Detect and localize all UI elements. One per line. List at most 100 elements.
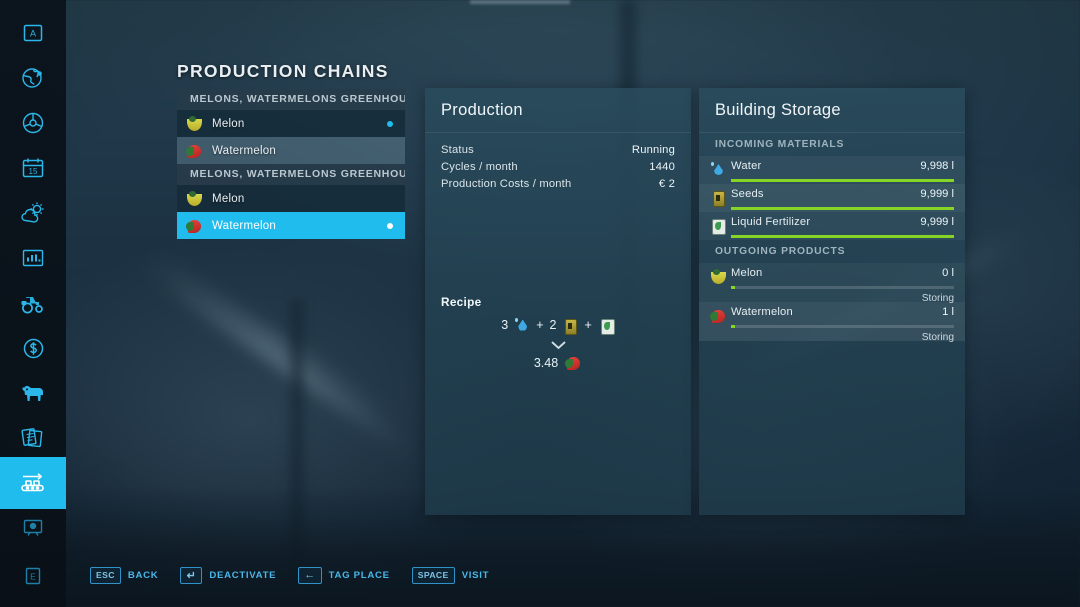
building-storage-panel: Building Storage INCOMING MATERIALS Wate… xyxy=(699,88,965,515)
letter-e-box-icon: E xyxy=(25,567,41,585)
svg-text:E: E xyxy=(30,572,36,582)
letter-a-box-icon: A xyxy=(23,24,43,42)
storage-row-liquid-fertilizer[interactable]: Liquid Fertilizer 9,999 l xyxy=(699,212,965,240)
chain-row-watermelon-1[interactable]: Watermelon xyxy=(177,137,405,164)
chain-row-melon-2[interactable]: Melon xyxy=(177,185,405,212)
divider xyxy=(425,132,691,133)
storage-row-water[interactable]: Water 9,998 l xyxy=(699,156,965,184)
sidebar: A 15 E xyxy=(0,0,66,607)
melon-icon xyxy=(185,190,205,208)
calendar-icon: 15 xyxy=(22,158,44,178)
chain-row-watermelon-2[interactable]: Watermelon xyxy=(177,212,405,239)
production-panel-title: Production xyxy=(441,101,523,119)
help-label-visit: VISIT xyxy=(461,569,490,581)
stat-label: Production Costs / month xyxy=(441,177,572,190)
storage-panel-title: Building Storage xyxy=(715,101,841,119)
stat-value: 1440 xyxy=(649,160,675,173)
storage-row-value: 9,999 l xyxy=(920,216,954,228)
storage-bar-track xyxy=(731,325,954,328)
stat-production-costs: Production Costs / month € 2 xyxy=(441,175,675,192)
recipe-label: Recipe xyxy=(441,295,482,309)
storage-row-value: 0 l xyxy=(942,267,954,279)
help-item-tag-place[interactable]: ← TAG PLACE xyxy=(298,566,390,584)
conveyor-icon xyxy=(21,473,44,492)
sidebar-item-radio[interactable] xyxy=(0,502,66,554)
help-item-back[interactable]: ESC BACK xyxy=(90,566,159,584)
storage-bar-track xyxy=(731,286,954,289)
stat-value: Running xyxy=(631,143,675,156)
water-icon xyxy=(513,317,530,334)
documents-icon xyxy=(20,428,42,448)
help-label-tag-place: TAG PLACE xyxy=(328,569,390,581)
melon-icon xyxy=(709,268,726,285)
storage-bar-track xyxy=(731,179,954,182)
svg-text:15: 15 xyxy=(29,167,38,176)
recipe-plus: + xyxy=(584,318,592,332)
storage-bar-fill xyxy=(731,325,736,328)
storage-bar-fill xyxy=(731,235,954,238)
storage-row-status: Storing xyxy=(921,332,954,343)
production-panel: Production Status Running Cycles / month… xyxy=(425,88,691,515)
water-icon xyxy=(709,161,726,178)
radio-icon xyxy=(23,519,43,536)
storage-bar-track xyxy=(731,207,954,210)
storage-bar-fill xyxy=(731,179,954,182)
key-space: SPACE xyxy=(411,566,455,584)
seeds-icon xyxy=(561,317,578,335)
storage-row-melon[interactable]: Melon 0 l Storing xyxy=(699,263,965,304)
bar-chart-icon xyxy=(22,249,44,267)
svg-text:A: A xyxy=(30,29,36,39)
storage-row-watermelon[interactable]: Watermelon 1 l Storing xyxy=(699,302,965,343)
stat-cycles-per-month: Cycles / month 1440 xyxy=(441,158,675,175)
recipe-arrow xyxy=(425,338,691,352)
outgoing-products-header: OUTGOING PRODUCTS xyxy=(715,246,846,257)
chain-group-header: MELONS, WATERMELONS GREENHOUSE xyxy=(177,89,405,110)
storage-bar-fill xyxy=(731,286,736,289)
recipe-input-amount: 2 xyxy=(549,318,557,332)
stat-label: Status xyxy=(441,143,474,156)
watermelon-icon xyxy=(709,307,726,324)
steering-wheel-icon xyxy=(22,112,44,134)
key-left-arrow: ← xyxy=(298,566,322,584)
storage-bar-fill xyxy=(731,207,954,210)
storage-row-label: Watermelon xyxy=(731,306,793,318)
globe-icon xyxy=(22,68,42,88)
chain-row-label: Melon xyxy=(212,192,245,205)
storage-row-label: Melon xyxy=(731,267,763,279)
chain-group-header: MELONS, WATERMELONS GREENHOUSE xyxy=(177,164,405,185)
chain-row-status-dot xyxy=(387,222,393,229)
help-label-back: BACK xyxy=(127,569,159,581)
chain-row-melon-1[interactable]: Melon xyxy=(177,110,405,137)
chain-row-label: Watermelon xyxy=(212,144,277,157)
help-label-deactivate: DEACTIVATE xyxy=(209,569,277,581)
seeds-icon xyxy=(709,189,726,207)
watermelon-icon xyxy=(564,354,582,372)
recipe-input-amount: 3 xyxy=(501,318,509,332)
storage-row-value: 1 l xyxy=(942,306,954,318)
liquid-fertilizer-icon xyxy=(598,317,615,335)
storage-row-label: Seeds xyxy=(731,188,764,200)
incoming-materials-header: INCOMING MATERIALS xyxy=(715,139,845,150)
storage-row-seeds[interactable]: Seeds 9,999 l xyxy=(699,184,965,212)
storage-bar-track xyxy=(731,235,954,238)
storage-row-value: 9,998 l xyxy=(920,160,954,172)
chain-row-status-dot xyxy=(387,120,393,127)
melon-icon xyxy=(185,115,205,133)
key-enter: ↵ xyxy=(180,566,203,584)
stat-status: Status Running xyxy=(441,141,675,158)
storage-row-value: 9,999 l xyxy=(920,188,954,200)
cow-icon xyxy=(22,385,43,401)
chain-row-label: Watermelon xyxy=(212,219,277,232)
stat-value: € 2 xyxy=(658,177,675,190)
chevron-down-icon xyxy=(551,341,565,349)
chain-row-label: Melon xyxy=(212,117,245,130)
dollar-coin-icon xyxy=(23,338,43,358)
storage-row-label: Liquid Fertilizer xyxy=(731,216,811,228)
cloud-sun-icon xyxy=(21,202,44,223)
sidebar-item-exit[interactable]: E xyxy=(0,550,66,602)
production-chain-list: MELONS, WATERMELONS GREENHOUSE Melon Wat… xyxy=(177,89,405,239)
watermelon-icon xyxy=(185,142,205,160)
recipe-output-amount: 3.48 xyxy=(533,356,559,370)
help-item-visit[interactable]: SPACE VISIT xyxy=(411,566,490,584)
help-item-deactivate[interactable]: ↵ DEACTIVATE xyxy=(180,566,277,584)
